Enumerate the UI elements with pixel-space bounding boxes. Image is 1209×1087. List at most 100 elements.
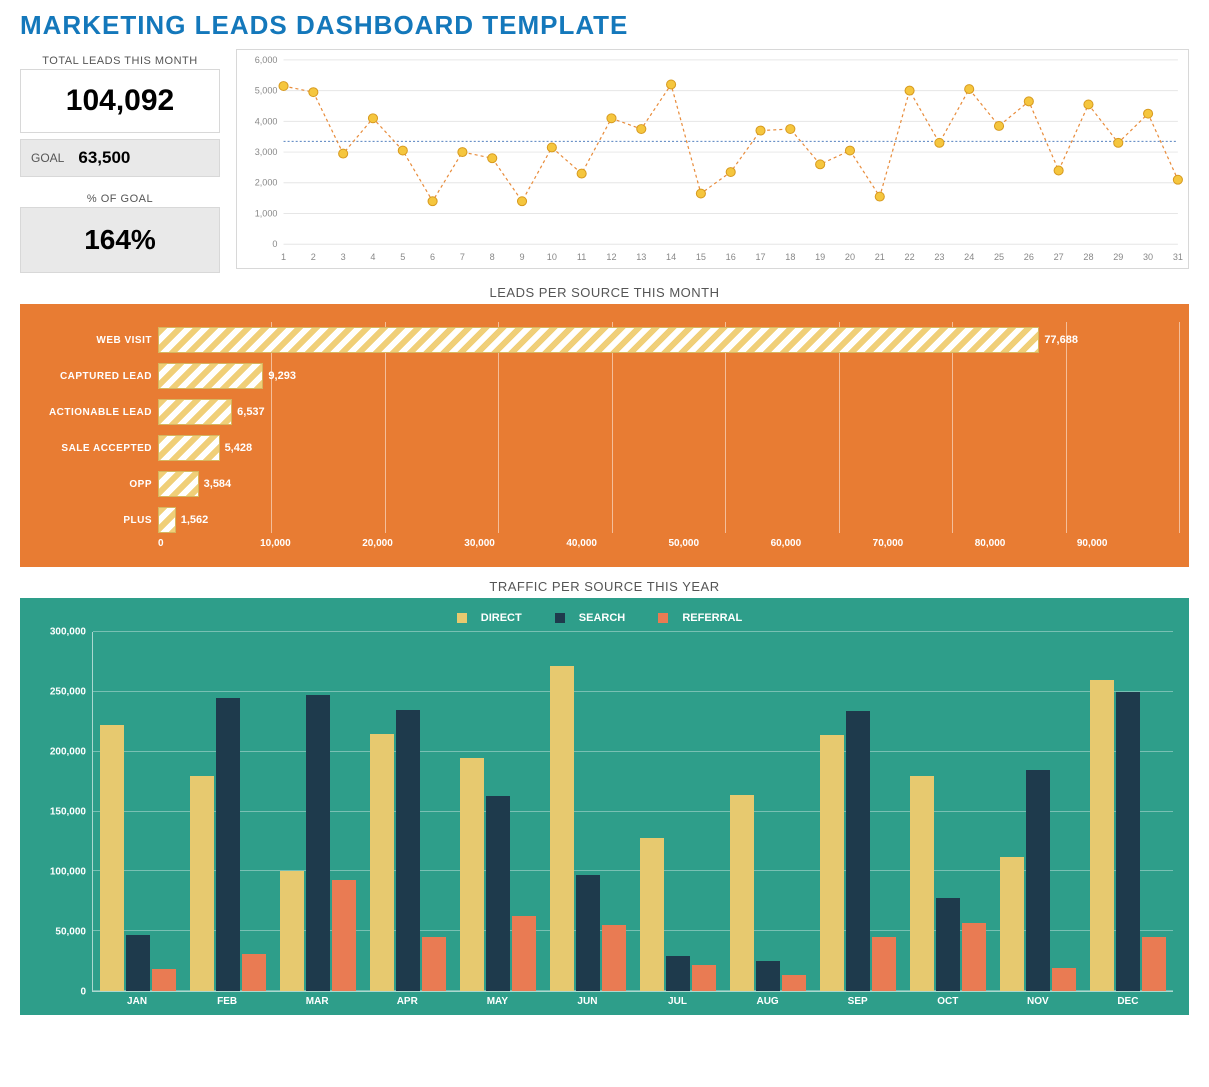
hbar-xtick: 0 <box>158 538 260 549</box>
hbar-bar: 3,584 <box>158 471 199 497</box>
col-xtick: MAR <box>272 992 362 1007</box>
svg-text:31: 31 <box>1173 252 1183 262</box>
col-group <box>183 632 273 991</box>
col-xtick: JAN <box>92 992 182 1007</box>
hbar-value: 9,293 <box>262 370 296 382</box>
svg-text:4,000: 4,000 <box>255 116 278 126</box>
col-bar <box>486 796 510 991</box>
hbar-value: 1,562 <box>175 514 209 526</box>
svg-text:2: 2 <box>311 252 316 262</box>
hbar-xtick: 60,000 <box>771 538 873 549</box>
kpi-pct-label: % OF GOAL <box>20 187 220 207</box>
col-bar <box>782 975 806 991</box>
hbar-xtick: 90,000 <box>1077 538 1179 549</box>
hbar-xtick: 10,000 <box>260 538 362 549</box>
col-bar <box>936 898 960 991</box>
svg-text:0: 0 <box>272 239 277 249</box>
hbar-category: PLUS <box>20 515 158 526</box>
col-bar <box>846 711 870 991</box>
leads-per-source-chart: WEB VISIT 77,688CAPTURED LEAD 9,293ACTIO… <box>20 304 1189 567</box>
legend-swatch-referral <box>658 613 668 623</box>
traffic-per-source-title: TRAFFIC PER SOURCE THIS YEAR <box>20 579 1189 594</box>
hbar-category: ACTIONABLE LEAD <box>20 407 158 418</box>
col-xtick: AUG <box>723 992 813 1007</box>
col-bar <box>820 735 844 991</box>
svg-text:6: 6 <box>430 252 435 262</box>
kpi-goal-value: 63,500 <box>78 148 130 168</box>
hbar-xtick: 80,000 <box>975 538 1077 549</box>
hbar-bar: 1,562 <box>158 507 176 533</box>
col-xtick: OCT <box>903 992 993 1007</box>
hbar-value: 5,428 <box>219 442 253 454</box>
hbar-row: PLUS 1,562 <box>20 502 1179 538</box>
col-bar <box>152 969 176 991</box>
hbar-value: 6,537 <box>231 406 265 418</box>
leads-per-source-title: LEADS PER SOURCE THIS MONTH <box>20 285 1189 300</box>
col-bar <box>550 666 574 991</box>
col-bar <box>910 776 934 991</box>
hbar-category: OPP <box>20 479 158 490</box>
col-bar <box>242 954 266 991</box>
col-ytick: 250,000 <box>50 687 86 698</box>
svg-text:26: 26 <box>1024 252 1034 262</box>
legend-swatch-direct <box>457 613 467 623</box>
col-ytick: 200,000 <box>50 747 86 758</box>
svg-text:17: 17 <box>755 252 765 262</box>
col-ytick: 300,000 <box>50 627 86 638</box>
col-bar <box>640 838 664 991</box>
hbar-row: ACTIONABLE LEAD 6,537 <box>20 394 1179 430</box>
hbar-bar: 9,293 <box>158 363 263 389</box>
legend-swatch-search <box>555 613 565 623</box>
col-bar <box>730 795 754 991</box>
hbar-xtick: 30,000 <box>464 538 566 549</box>
col-group <box>813 632 903 991</box>
svg-text:11: 11 <box>577 252 586 262</box>
col-group <box>453 632 543 991</box>
col-bar <box>126 935 150 991</box>
svg-text:27: 27 <box>1054 252 1064 262</box>
hbar-bar: 77,688 <box>158 327 1039 353</box>
svg-text:21: 21 <box>875 252 885 262</box>
col-bar <box>1052 968 1076 991</box>
kpi-goal-label: GOAL <box>31 151 64 165</box>
col-ytick: 0 <box>80 987 86 998</box>
col-bar <box>576 875 600 991</box>
col-bar <box>100 725 124 991</box>
svg-text:3,000: 3,000 <box>255 147 278 157</box>
page-title: MARKETING LEADS DASHBOARD TEMPLATE <box>20 10 1189 41</box>
svg-text:16: 16 <box>726 252 736 262</box>
col-bar <box>422 937 446 991</box>
kpi-goal-row: GOAL 63,500 <box>20 139 220 177</box>
svg-text:5,000: 5,000 <box>255 86 278 96</box>
legend-label-referral: REFERRAL <box>682 612 742 624</box>
col-group <box>723 632 813 991</box>
col-bar <box>1026 770 1050 991</box>
col-bar <box>190 776 214 991</box>
col-xtick: NOV <box>993 992 1083 1007</box>
col-bar <box>460 758 484 991</box>
svg-text:6,000: 6,000 <box>255 55 278 65</box>
col-group <box>903 632 993 991</box>
col-group <box>93 632 183 991</box>
svg-text:5: 5 <box>400 252 405 262</box>
hbar-row: OPP 3,584 <box>20 466 1179 502</box>
hbar-bar: 6,537 <box>158 399 232 425</box>
col-bar <box>216 698 240 991</box>
svg-text:13: 13 <box>636 252 646 262</box>
kpi-panel: TOTAL LEADS THIS MONTH 104,092 GOAL 63,5… <box>20 49 220 273</box>
col-bar <box>692 965 716 991</box>
hbar-category: CAPTURED LEAD <box>20 371 158 382</box>
svg-text:1: 1 <box>281 252 286 262</box>
col-bar <box>370 734 394 991</box>
col-group <box>993 632 1083 991</box>
svg-text:7: 7 <box>460 252 465 262</box>
hbar-row: CAPTURED LEAD 9,293 <box>20 358 1179 394</box>
svg-text:4: 4 <box>370 252 375 262</box>
col-group <box>1083 632 1173 991</box>
svg-text:20: 20 <box>845 252 855 262</box>
col-group <box>543 632 633 991</box>
hbar-row: SALE ACCEPTED 5,428 <box>20 430 1179 466</box>
hbar-category: WEB VISIT <box>20 335 158 346</box>
hbar-category: SALE ACCEPTED <box>20 443 158 454</box>
col-xtick: JUL <box>632 992 722 1007</box>
